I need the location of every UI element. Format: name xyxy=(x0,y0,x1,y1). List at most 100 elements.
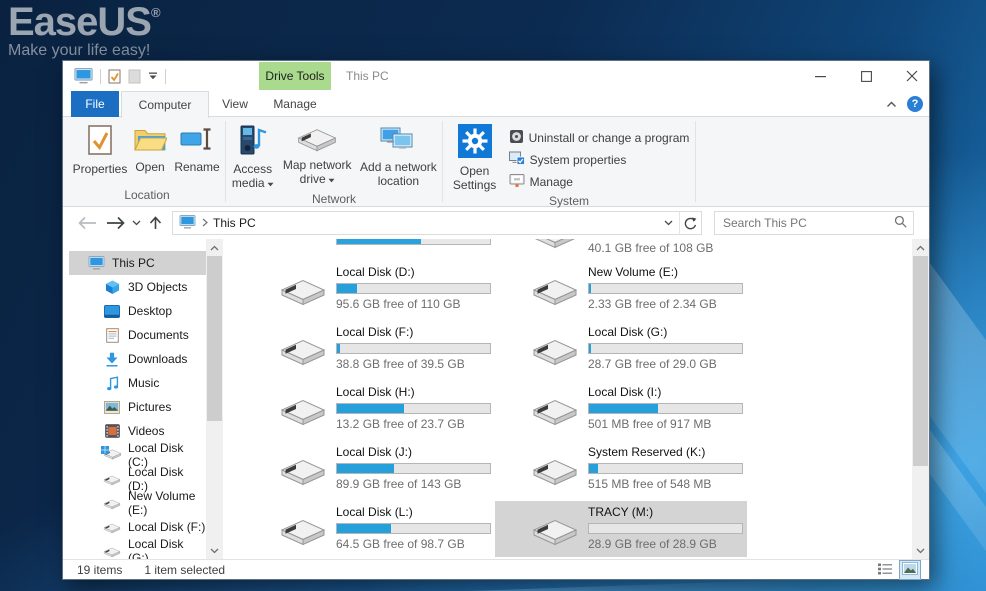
drive-icon xyxy=(279,334,327,366)
drive-tile-new-volume-e[interactable]: New Volume (E:) 2.33 GB free of 2.34 GB xyxy=(495,261,747,317)
wallpaper-beam xyxy=(119,579,821,591)
tab-view[interactable]: View xyxy=(213,91,257,117)
customize-toolbar-icon[interactable] xyxy=(148,72,158,80)
tab-computer[interactable]: Computer xyxy=(121,91,209,118)
drive-free-space: 28.7 GB free of 29.0 GB xyxy=(588,357,743,371)
status-bar: 19 items 1 item selected xyxy=(63,559,929,579)
system-properties-icon xyxy=(509,151,525,169)
add-network-location-button[interactable]: Add a network location xyxy=(357,122,440,190)
back-icon[interactable] xyxy=(77,216,97,230)
sidebar-item-documents[interactable]: Documents xyxy=(69,323,206,347)
drive-name: Local Disk (D:) xyxy=(336,265,491,281)
drive-sm-icon xyxy=(103,521,121,534)
scroll-up-icon[interactable] xyxy=(206,239,223,256)
ribbon-separator xyxy=(442,121,443,202)
sidebar-item-pictures[interactable]: Pictures xyxy=(69,395,206,419)
refresh-icon[interactable] xyxy=(679,212,701,234)
drive-icon xyxy=(279,394,327,426)
settings-gear-icon xyxy=(458,124,492,162)
pictures-icon xyxy=(103,401,121,414)
scroll-down-icon[interactable] xyxy=(912,542,929,559)
scrollbar-thumb[interactable] xyxy=(207,256,222,421)
details-view-button[interactable] xyxy=(875,561,895,580)
drive-tile-local-disk-j[interactable]: Local Disk (J:) 89.9 GB free of 143 GB xyxy=(243,441,495,497)
add-network-location-icon xyxy=(380,124,416,158)
thumbnail-view-button[interactable] xyxy=(899,560,921,580)
sidebar-item-downloads[interactable]: Downloads xyxy=(69,347,206,371)
sidebar-item-desktop[interactable]: Desktop xyxy=(69,299,206,323)
manage-button[interactable]: Manage xyxy=(509,173,690,190)
music-icon xyxy=(103,376,121,391)
drive-sm-win-icon xyxy=(103,447,121,463)
drive-capacity-bar xyxy=(336,239,491,245)
navigation-bar: This PC xyxy=(63,207,929,239)
search-icon[interactable] xyxy=(894,215,907,231)
drive-tile-local-disk-h[interactable]: Local Disk (H:) 13.2 GB free of 23.7 GB xyxy=(243,381,495,437)
scroll-down-icon[interactable] xyxy=(206,542,223,559)
properties-quick-icon[interactable] xyxy=(108,69,121,84)
drive-tile-local-disk-l[interactable]: Local Disk (L:) 64.5 GB free of 98.7 GB xyxy=(243,501,495,557)
sidebar-item-label: New Volume (E:) xyxy=(128,489,206,517)
new-folder-quick-icon[interactable] xyxy=(128,69,141,84)
sidebar-scrollbar[interactable] xyxy=(206,239,223,559)
drive-tile-tracy-m[interactable]: TRACY (M:) 28.9 GB free of 28.9 GB xyxy=(495,501,747,557)
collapse-ribbon-icon[interactable] xyxy=(886,97,897,111)
open-button[interactable]: Open xyxy=(130,122,170,177)
sidebar-item-this-pc[interactable]: This PC xyxy=(69,251,206,275)
drive-name: New Volume (E:) xyxy=(588,265,743,281)
system-properties-button[interactable]: System properties xyxy=(509,151,690,169)
scroll-up-icon[interactable] xyxy=(912,239,929,256)
drive-tile-local-disk-f[interactable]: Local Disk (F:) 38.8 GB free of 39.5 GB xyxy=(243,321,495,377)
drive-name: Local Disk (L:) xyxy=(336,505,491,521)
computer-icon[interactable] xyxy=(74,68,93,84)
sidebar-item-videos[interactable]: Videos xyxy=(69,419,206,443)
documents-icon xyxy=(103,328,121,343)
ribbon: Properties Open Rename Location xyxy=(63,117,929,207)
properties-button[interactable]: Properties xyxy=(72,122,128,179)
dropdown-caret-icon xyxy=(267,177,274,191)
up-icon[interactable] xyxy=(149,216,162,230)
address-dropdown-icon[interactable] xyxy=(657,220,679,226)
address-bar[interactable]: This PC xyxy=(172,211,702,235)
maximize-button[interactable] xyxy=(849,61,883,91)
access-media-button[interactable]: Access media xyxy=(228,122,278,192)
drive-free-space: 38.8 GB free of 39.5 GB xyxy=(336,357,491,371)
uninstall-program-button[interactable]: Uninstall or change a program xyxy=(509,129,690,147)
drive-capacity-bar xyxy=(336,403,491,414)
main-scrollbar[interactable] xyxy=(912,239,929,559)
sidebar-item-local-disk-f[interactable]: Local Disk (F:) xyxy=(69,515,206,539)
drive-icon xyxy=(531,274,579,306)
recent-locations-caret-icon[interactable] xyxy=(132,220,141,226)
sidebar-item-local-disk-c[interactable]: Local Disk (C:) xyxy=(69,443,206,467)
sidebar-item-3d-objects[interactable]: 3D Objects xyxy=(69,275,206,299)
drive-tools-contextual-tab[interactable]: Drive Tools xyxy=(259,62,331,90)
rename-button[interactable]: Rename xyxy=(172,122,222,177)
drive-tile-local-disk-d[interactable]: Local Disk (D:) 95.6 GB free of 110 GB xyxy=(243,261,495,317)
search-box[interactable] xyxy=(714,211,914,235)
forward-icon[interactable] xyxy=(106,216,126,230)
drive-tile-system-reserved-k[interactable]: System Reserved (K:) 515 MB free of 548 … xyxy=(495,441,747,497)
desktop: EaseUS® Make your life easy! Drive Tools… xyxy=(0,0,986,591)
close-button[interactable] xyxy=(895,61,929,91)
sidebar-item-new-volume-e[interactable]: New Volume (E:) xyxy=(69,491,206,515)
open-settings-button[interactable]: Open Settings xyxy=(449,122,501,194)
breadcrumb[interactable]: This PC xyxy=(213,216,256,230)
drive-capacity-bar xyxy=(588,403,743,414)
scrollbar-thumb[interactable] xyxy=(913,256,928,466)
drive-tile-local-disk-i[interactable]: Local Disk (I:) 501 MB free of 917 MB xyxy=(495,381,747,437)
drive-tile-local-disk-g[interactable]: Local Disk (G:) 28.7 GB free of 29.0 GB xyxy=(495,321,747,377)
help-button[interactable]: ? xyxy=(907,96,923,112)
minimize-button[interactable] xyxy=(803,61,837,91)
open-folder-icon xyxy=(133,124,167,158)
group-label-system: System xyxy=(445,194,693,212)
drive-sm-icon xyxy=(103,497,121,510)
caption-buttons xyxy=(791,61,929,91)
tab-file[interactable]: File xyxy=(71,91,119,117)
map-network-drive-button[interactable]: Map network drive xyxy=(280,122,355,188)
sidebar-item-music[interactable]: Music xyxy=(69,371,206,395)
search-input[interactable] xyxy=(721,215,894,231)
sidebar-item-local-disk-d[interactable]: Local Disk (D:) xyxy=(69,467,206,491)
tab-manage[interactable]: Manage xyxy=(259,91,331,117)
sidebar-item-local-disk-g[interactable]: Local Disk (G:) xyxy=(69,539,206,559)
manage-icon xyxy=(509,173,525,190)
